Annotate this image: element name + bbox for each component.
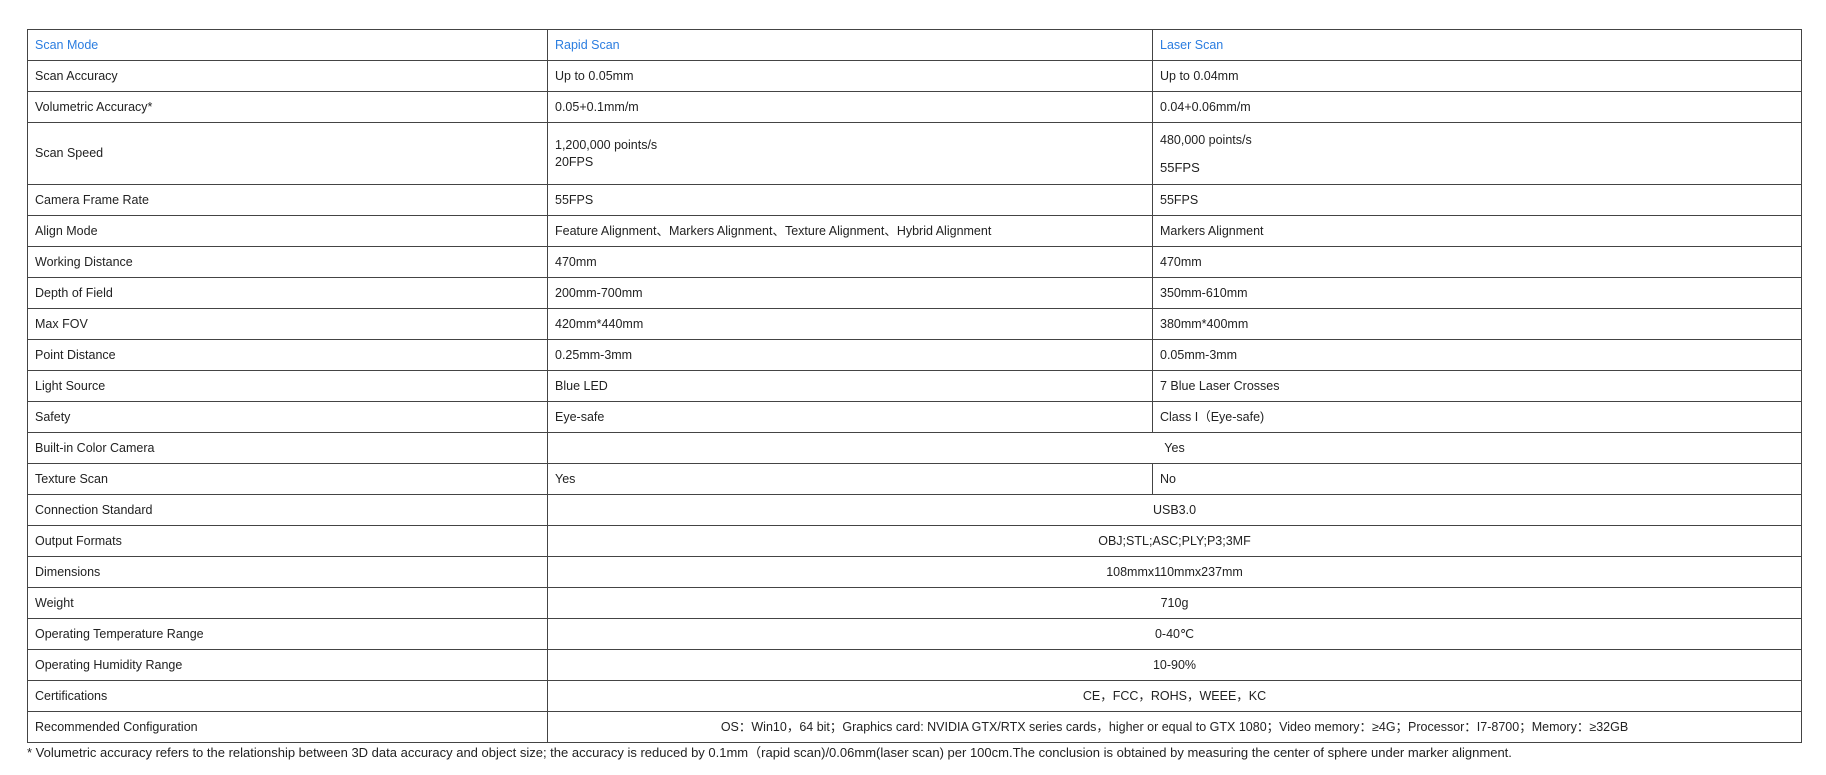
row-label: Light Source (27, 370, 548, 402)
laser-value: Markers Alignment (1152, 215, 1802, 247)
table-row: Depth of Field 200mm-700mm 350mm-610mm (27, 277, 1802, 309)
row-label: Certifications (27, 680, 548, 712)
row-label: Scan Accuracy (27, 60, 548, 92)
row-label: Recommended Configuration (27, 711, 548, 743)
rapid-value: Up to 0.05mm (547, 60, 1153, 92)
row-label: Working Distance (27, 246, 548, 278)
rapid-speed-fps: 20FPS (555, 154, 594, 169)
rapid-value: 470mm (547, 246, 1153, 278)
laser-value: 470mm (1152, 246, 1802, 278)
rapid-value: Feature Alignment、Markers Alignment、Text… (547, 215, 1153, 247)
table-row: Recommended Configuration OS：Win10，64 bi… (27, 711, 1802, 743)
shared-value: OBJ;STL;ASC;PLY;P3;3MF (547, 525, 1802, 557)
row-label: Align Mode (27, 215, 548, 247)
header-scan-mode: Scan Mode (27, 29, 548, 61)
table-row: Camera Frame Rate 55FPS 55FPS (27, 184, 1802, 216)
laser-speed-fps: 55FPS (1160, 159, 1200, 175)
row-label: Camera Frame Rate (27, 184, 548, 216)
table-row: Safety Eye-safe Class I（Eye-safe) (27, 401, 1802, 433)
rapid-value: 55FPS (547, 184, 1153, 216)
table-row: Weight 710g (27, 587, 1802, 619)
laser-value: 55FPS (1152, 184, 1802, 216)
table-row: Operating Temperature Range 0-40℃ (27, 618, 1802, 650)
laser-value: 480,000 points/s 55FPS (1152, 122, 1802, 185)
row-label: Connection Standard (27, 494, 548, 526)
rapid-value: 0.25mm-3mm (547, 339, 1153, 371)
spec-page: Scan Mode Rapid Scan Laser Scan Scan Acc… (0, 0, 1826, 775)
row-label: Texture Scan (27, 463, 548, 495)
laser-value: Up to 0.04mm (1152, 60, 1802, 92)
rapid-value: 420mm*440mm (547, 308, 1153, 340)
rapid-speed-points: 1,200,000 points/s (555, 137, 658, 152)
laser-speed-points: 480,000 points/s (1160, 132, 1252, 147)
shared-value: 108mmx110mmx237mm (547, 556, 1802, 588)
shared-value: 0-40℃ (547, 618, 1802, 650)
row-label: Built-in Color Camera (27, 432, 548, 464)
laser-value: 7 Blue Laser Crosses (1152, 370, 1802, 402)
row-label: Dimensions (27, 556, 548, 588)
row-label: Depth of Field (27, 277, 548, 309)
rapid-value: 1,200,000 points/s 20FPS (547, 122, 1153, 185)
laser-value: 380mm*400mm (1152, 308, 1802, 340)
laser-value: Class I（Eye-safe) (1152, 401, 1802, 433)
table-row: Light Source Blue LED 7 Blue Laser Cross… (27, 370, 1802, 402)
shared-value: 10-90% (547, 649, 1802, 681)
shared-value: OS：Win10，64 bit；Graphics card: NVIDIA GT… (547, 711, 1802, 743)
spec-table: Scan Mode Rapid Scan Laser Scan Scan Acc… (27, 29, 1802, 743)
row-label: Operating Temperature Range (27, 618, 548, 650)
table-row: Certifications CE，FCC，ROHS，WEEE，KC (27, 680, 1802, 712)
table-row: Working Distance 470mm 470mm (27, 246, 1802, 278)
table-row: Output Formats OBJ;STL;ASC;PLY;P3;3MF (27, 525, 1802, 557)
table-row: Dimensions 108mmx110mmx237mm (27, 556, 1802, 588)
row-label: Point Distance (27, 339, 548, 371)
table-row: Built-in Color Camera Yes (27, 432, 1802, 464)
shared-value: CE，FCC，ROHS，WEEE，KC (547, 680, 1802, 712)
table-row: Align Mode Feature Alignment、Markers Ali… (27, 215, 1802, 247)
shared-value: USB3.0 (547, 494, 1802, 526)
laser-value: 350mm-610mm (1152, 277, 1802, 309)
laser-value: 0.05mm-3mm (1152, 339, 1802, 371)
table-row: Max FOV 420mm*440mm 380mm*400mm (27, 308, 1802, 340)
laser-value: 0.04+0.06mm/m (1152, 91, 1802, 123)
table-header-row: Scan Mode Rapid Scan Laser Scan (27, 29, 1802, 61)
table-row: Operating Humidity Range 10-90% (27, 649, 1802, 681)
rapid-value: Yes (547, 463, 1153, 495)
table-row: Scan Speed 1,200,000 points/s 20FPS 480,… (27, 122, 1802, 185)
table-row: Scan Accuracy Up to 0.05mm Up to 0.04mm (27, 60, 1802, 92)
volumetric-accuracy-footnote: * Volumetric accuracy refers to the rela… (27, 745, 1512, 760)
rapid-value: Blue LED (547, 370, 1153, 402)
table-row: Texture Scan Yes No (27, 463, 1802, 495)
header-rapid-scan: Rapid Scan (547, 29, 1153, 61)
row-label: Scan Speed (27, 122, 548, 185)
table-row: Volumetric Accuracy* 0.05+0.1mm/m 0.04+0… (27, 91, 1802, 123)
rapid-value: 0.05+0.1mm/m (547, 91, 1153, 123)
shared-value: 710g (547, 587, 1802, 619)
row-label: Weight (27, 587, 548, 619)
row-label: Output Formats (27, 525, 548, 557)
table-row: Point Distance 0.25mm-3mm 0.05mm-3mm (27, 339, 1802, 371)
rapid-value: 200mm-700mm (547, 277, 1153, 309)
row-label: Max FOV (27, 308, 548, 340)
shared-value: Yes (547, 432, 1802, 464)
laser-value: No (1152, 463, 1802, 495)
row-label: Volumetric Accuracy* (27, 91, 548, 123)
header-laser-scan: Laser Scan (1152, 29, 1802, 61)
table-row: Connection Standard USB3.0 (27, 494, 1802, 526)
row-label: Safety (27, 401, 548, 433)
row-label: Operating Humidity Range (27, 649, 548, 681)
rapid-value: Eye-safe (547, 401, 1153, 433)
